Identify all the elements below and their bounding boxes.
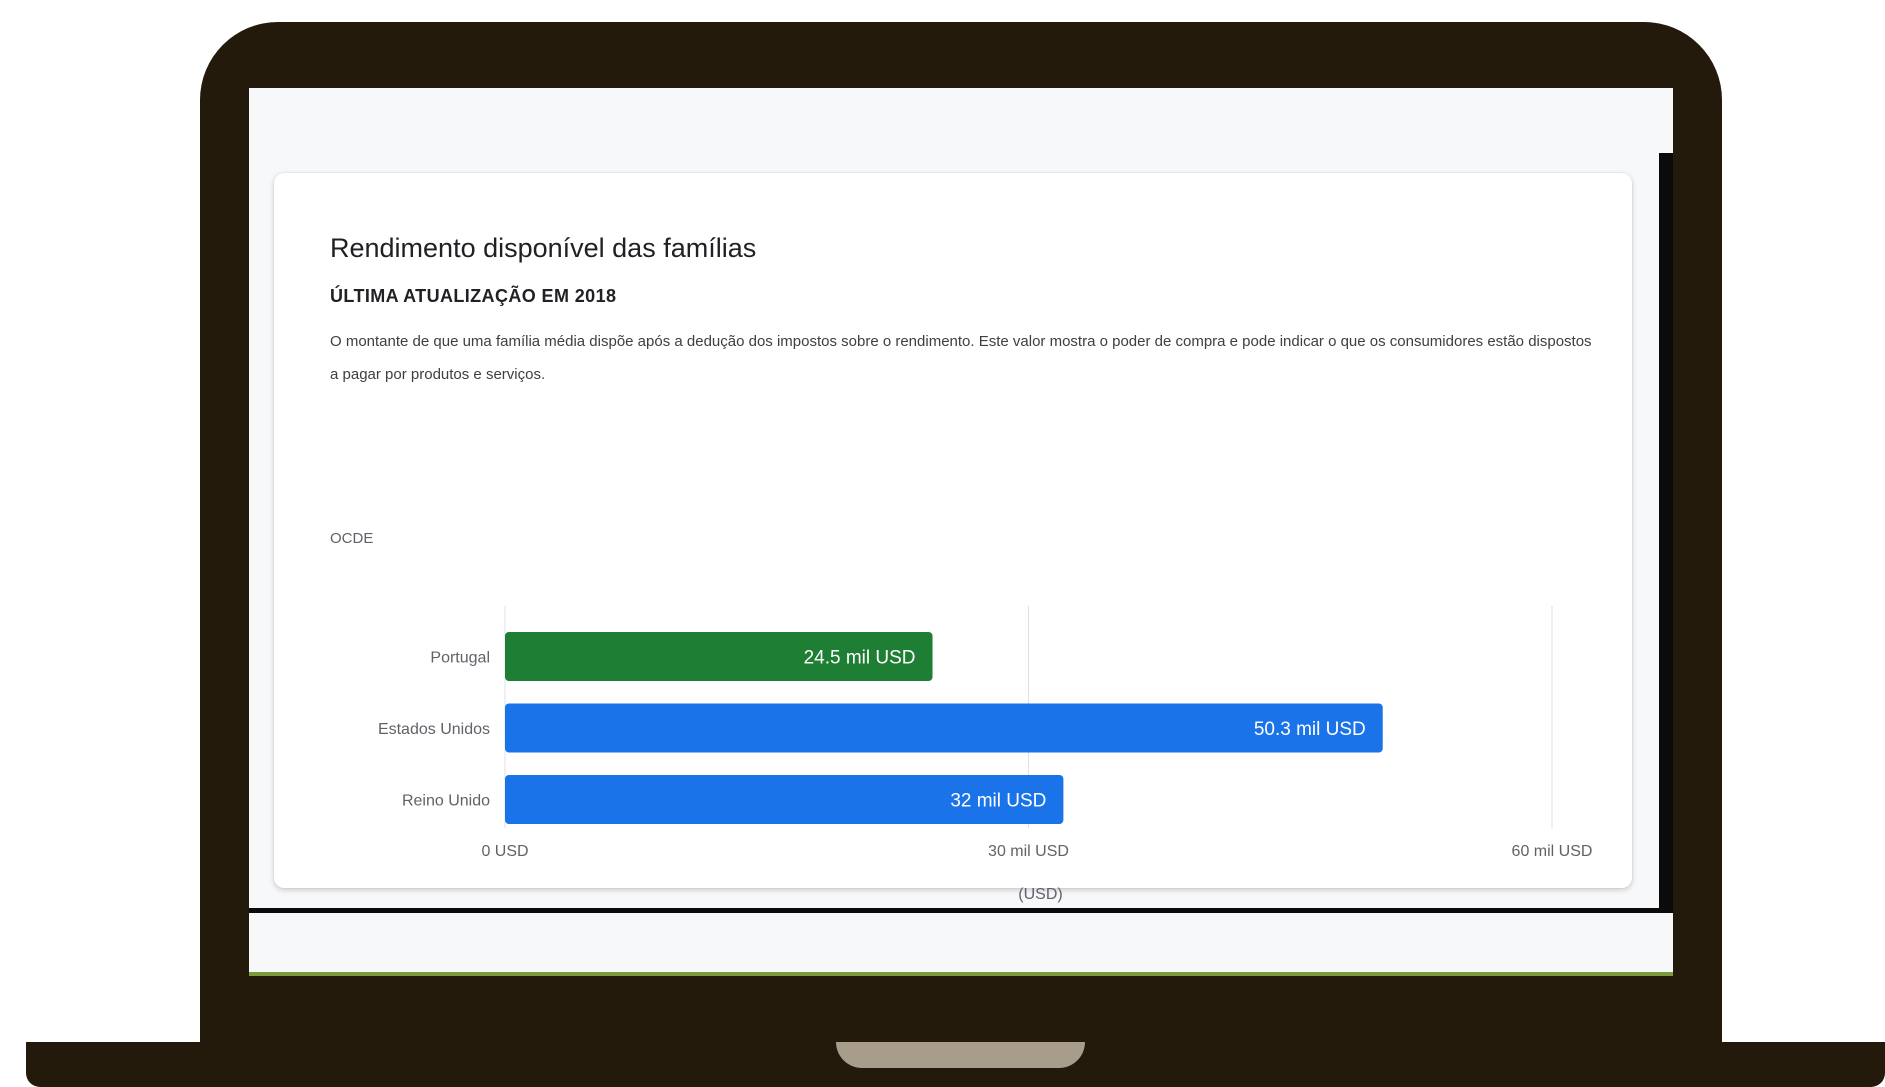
screen-edge-shadow [1659, 153, 1673, 911]
data-label-1: 50.3 mil USD [1254, 719, 1366, 740]
income-bar-chart: Portugal 24.5 mil USD Estados Unidos 50.3 m… [378, 606, 1593, 903]
data-label-2: 32 mil USD [950, 791, 1046, 812]
laptop-screen: Rendimento disponível das famílias ÚLTIM… [249, 88, 1673, 976]
x-axis-label: (USD) [1018, 886, 1062, 903]
x-tick-label-1: 30 mil USD [988, 843, 1069, 860]
laptop-notch [836, 1042, 1085, 1068]
category-label-2: Reino Unido [402, 793, 490, 810]
x-tick-label-0: 0 USD [481, 843, 528, 860]
income-card: Rendimento disponível das famílias ÚLTIM… [274, 173, 1632, 903]
category-label-1: Estados Unidos [378, 721, 490, 738]
category-label-0: Portugal [430, 650, 490, 667]
x-tick-label-2: 60 mil USD [1512, 843, 1593, 860]
data-label-0: 24.5 mil USD [804, 648, 916, 669]
screen-accent-line [249, 972, 1673, 976]
bar-1 [505, 703, 1383, 753]
screen-lower-band [249, 908, 1673, 976]
